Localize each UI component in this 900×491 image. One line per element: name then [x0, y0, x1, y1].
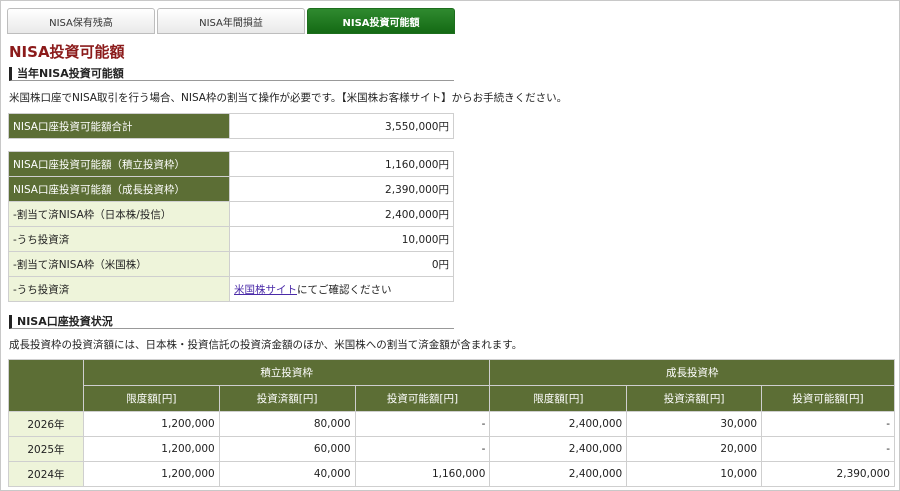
- table-cell: 10,000: [626, 461, 763, 487]
- tab-nisa-holdings[interactable]: NISA保有残高: [7, 8, 155, 34]
- table-cell: 1,200,000: [82, 411, 220, 437]
- row-value: 0円: [229, 251, 454, 277]
- total-value: 3,550,000円: [229, 113, 454, 139]
- table-cell: 40,000: [218, 461, 356, 487]
- row-label: NISA口座投資可能額（成長投資枠）: [8, 176, 230, 202]
- us-site-cell: 米国株サイトにてご確認ください: [229, 276, 454, 302]
- table-row: -うち投資済 米国株サイトにてご確認ください: [8, 276, 454, 302]
- column-header: 限度額[円]: [82, 385, 220, 412]
- investment-status-table: 積立投資枠 成長投資枠 限度額[円] 投資済額[円] 投資可能額[円] 限度額[…: [8, 359, 895, 487]
- table-cell: 2,400,000: [489, 436, 628, 462]
- table-cell: 20,000: [626, 436, 763, 462]
- table-row: -うち投資済 10,000円: [8, 226, 454, 252]
- section2-description: 成長投資枠の投資済額には、日本株・投資信託の投資済金額のほか、米国株への割当て済…: [9, 339, 523, 351]
- table-cell: -: [761, 411, 895, 437]
- table-row: 2025年 1,200,000 60,000 - 2,400,000 20,00…: [8, 436, 895, 462]
- year-cell: 2026年: [8, 411, 84, 437]
- row-label: -うち投資済: [8, 226, 230, 252]
- group-header-tsumitate: 積立投資枠: [82, 359, 491, 386]
- row-label: NISA口座投資可能額（積立投資枠）: [8, 151, 230, 177]
- table-row: NISA口座投資可能額（成長投資枠） 2,390,000円: [8, 176, 454, 202]
- tab-bar: NISA保有残高 NISA年間損益 NISA投資可能額: [7, 8, 457, 34]
- row-value: 10,000円: [229, 226, 454, 252]
- row-value: 1,160,000円: [229, 151, 454, 177]
- breakdown-table: NISA口座投資可能額（積立投資枠） 1,160,000円 NISA口座投資可能…: [8, 151, 454, 302]
- us-site-link[interactable]: 米国株サイト: [234, 284, 297, 296]
- table-row: NISA口座投資可能額合計 3,550,000円: [8, 113, 454, 139]
- column-header: 投資可能額[円]: [761, 385, 895, 412]
- table-row: -割当て済NISA枠（日本株/投信） 2,400,000円: [8, 201, 454, 227]
- total-table: NISA口座投資可能額合計 3,550,000円: [8, 113, 454, 139]
- table-cell: -: [354, 436, 491, 462]
- table-cell: -: [761, 436, 895, 462]
- table-cell: 2,390,000: [761, 461, 895, 487]
- table-cell: 2,400,000: [489, 411, 628, 437]
- table-cell: 1,200,000: [82, 436, 220, 462]
- table-header-row: 積立投資枠 成長投資枠: [8, 359, 895, 412]
- row-value: 2,400,000円: [229, 201, 454, 227]
- table-row: -割当て済NISA枠（米国株） 0円: [8, 251, 454, 277]
- table-subheader-row: 限度額[円] 投資済額[円] 投資可能額[円] 限度額[円] 投資済額[円] 投…: [9, 385, 895, 412]
- section-title-current-year: 当年NISA投資可能額: [9, 67, 454, 81]
- table-cell: 80,000: [218, 411, 356, 437]
- table-cell: 30,000: [626, 411, 763, 437]
- row-label: -割当て済NISA枠（日本株/投信）: [8, 201, 230, 227]
- row-label: -割当て済NISA枠（米国株）: [8, 251, 230, 277]
- table-row: NISA口座投資可能額（積立投資枠） 1,160,000円: [8, 151, 454, 177]
- table-row: 2026年 1,200,000 80,000 - 2,400,000 30,00…: [8, 411, 895, 437]
- table-cell: 1,160,000: [354, 461, 491, 487]
- section1-description: 米国株口座でNISA取引を行う場合、NISA枠の割当て操作が必要です。【米国株お…: [9, 92, 568, 104]
- table-row: 2024年 1,200,000 40,000 1,160,000 2,400,0…: [8, 461, 895, 487]
- year-cell: 2024年: [8, 461, 84, 487]
- table-cell: 60,000: [218, 436, 356, 462]
- window-frame: NISA保有残高 NISA年間損益 NISA投資可能額 NISA投資可能額 当年…: [0, 0, 900, 491]
- column-header: 投資可能額[円]: [354, 385, 491, 412]
- tab-nisa-annual-pl[interactable]: NISA年間損益: [157, 8, 305, 34]
- page-title: NISA投資可能額: [9, 43, 125, 61]
- table-cell: -: [354, 411, 491, 437]
- table-cell: 2,400,000: [489, 461, 628, 487]
- us-site-suffix: にてご確認ください: [297, 283, 392, 296]
- year-header: [8, 359, 84, 412]
- row-value: 2,390,000円: [229, 176, 454, 202]
- year-cell: 2025年: [8, 436, 84, 462]
- total-label: NISA口座投資可能額合計: [8, 113, 230, 139]
- tab-nisa-investable[interactable]: NISA投資可能額: [307, 8, 455, 34]
- column-header: 投資済額[円]: [218, 385, 356, 412]
- column-header: 限度額[円]: [489, 385, 628, 412]
- table-cell: 1,200,000: [82, 461, 220, 487]
- section-title-investment-status: NISA口座投資状況: [9, 315, 454, 329]
- row-label: -うち投資済: [8, 276, 230, 302]
- column-header: 投資済額[円]: [626, 385, 763, 412]
- group-header-growth: 成長投資枠: [489, 359, 895, 386]
